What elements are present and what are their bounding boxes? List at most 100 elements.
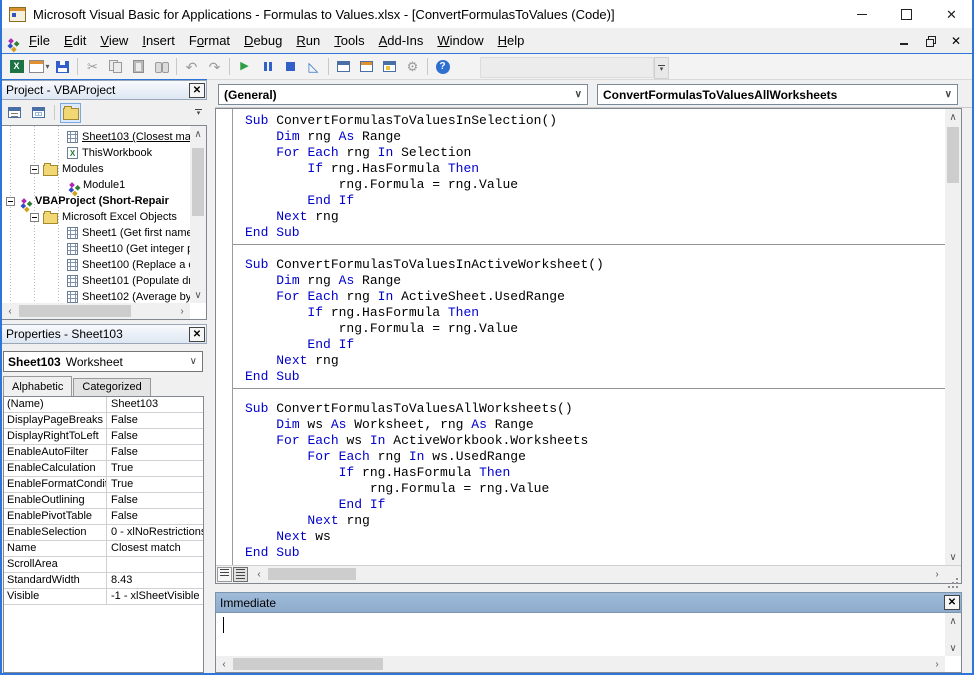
property-value[interactable]: Sheet103 bbox=[107, 397, 203, 412]
run-button[interactable]: ▶ bbox=[233, 56, 256, 78]
resize-grip[interactable] bbox=[945, 566, 961, 583]
design-mode-button[interactable]: ◺ bbox=[302, 56, 325, 78]
menu-item-file[interactable]: File bbox=[22, 30, 57, 51]
code-line[interactable]: Next ws bbox=[245, 529, 945, 545]
code-line[interactable]: End If bbox=[245, 497, 945, 513]
menu-item-edit[interactable]: Edit bbox=[57, 30, 93, 51]
property-row-enableselection[interactable]: EnableSelection0 - xlNoRestrictions bbox=[4, 525, 203, 541]
menu-item-add-ins[interactable]: Add-Ins bbox=[372, 30, 431, 51]
object-dropdown[interactable]: (General) ∨ bbox=[218, 84, 588, 105]
code-line[interactable]: Next rng bbox=[245, 209, 945, 225]
save-button[interactable] bbox=[51, 56, 74, 78]
property-row-enableoutlining[interactable]: EnableOutliningFalse bbox=[4, 493, 203, 509]
object-browser-button[interactable] bbox=[378, 56, 401, 78]
scroll-thumb[interactable] bbox=[233, 658, 383, 670]
title-bar[interactable]: Microsoft Visual Basic for Applications … bbox=[0, 0, 974, 28]
menu-item-debug[interactable]: Debug bbox=[237, 30, 289, 51]
maximize-button[interactable] bbox=[884, 0, 929, 28]
code-line[interactable]: Next rng bbox=[245, 353, 945, 369]
mdi-minimize-button[interactable] bbox=[896, 33, 912, 49]
property-row-enablecalculation[interactable]: EnableCalculationTrue bbox=[4, 461, 203, 477]
paste-button[interactable] bbox=[127, 56, 150, 78]
property-row-scrollarea[interactable]: ScrollArea bbox=[4, 557, 203, 573]
property-value[interactable]: False bbox=[107, 509, 203, 524]
tree-item-thisworkbook[interactable]: ThisWorkbook bbox=[2, 145, 190, 161]
help-button[interactable]: ? bbox=[431, 56, 454, 78]
property-value[interactable] bbox=[107, 557, 203, 572]
menu-item-insert[interactable]: Insert bbox=[135, 30, 182, 51]
code-window-icon[interactable] bbox=[8, 38, 14, 44]
mdi-close-button[interactable]: ✕ bbox=[948, 33, 964, 49]
code-horizontal-scrollbar[interactable]: ‹ › bbox=[251, 566, 945, 583]
scroll-right-icon[interactable]: › bbox=[929, 656, 945, 672]
menu-item-help[interactable]: Help bbox=[491, 30, 532, 51]
property-row-enablepivottable[interactable]: EnablePivotTableFalse bbox=[4, 509, 203, 525]
tree-item-microsoft-excel-objects[interactable]: Microsoft Excel Objects bbox=[2, 209, 190, 225]
property-value[interactable]: 0 - xlNoRestrictions bbox=[107, 525, 203, 540]
full-module-view-button[interactable] bbox=[233, 567, 248, 582]
tab-alphabetic[interactable]: Alphabetic bbox=[3, 376, 72, 396]
menu-item-view[interactable]: View bbox=[93, 30, 135, 51]
code-line[interactable]: If rng.HasFormula Then bbox=[245, 305, 945, 321]
code-line[interactable]: Dim ws As Worksheet, rng As Range bbox=[245, 417, 945, 433]
tree-item-sheet1-get-first-name[interactable]: Sheet1 (Get first name bbox=[2, 225, 190, 241]
code-line[interactable]: Sub ConvertFormulasToValuesInActiveWorks… bbox=[245, 257, 945, 273]
project-explorer-button[interactable] bbox=[332, 56, 355, 78]
code-line[interactable]: rng.Formula = rng.Value bbox=[245, 321, 945, 337]
scroll-left-icon[interactable]: ‹ bbox=[216, 656, 232, 672]
immediate-close-button[interactable]: ✕ bbox=[944, 595, 960, 610]
menu-item-format[interactable]: Format bbox=[182, 30, 237, 51]
menu-item-tools[interactable]: Tools bbox=[327, 30, 371, 51]
tab-categorized[interactable]: Categorized bbox=[73, 378, 150, 396]
scroll-left-icon[interactable]: ‹ bbox=[251, 566, 267, 582]
view-code-button[interactable] bbox=[4, 103, 25, 123]
menu-item-run[interactable]: Run bbox=[289, 30, 327, 51]
properties-close-button[interactable]: ✕ bbox=[189, 327, 205, 342]
immediate-header[interactable]: Immediate ✕ bbox=[215, 592, 962, 613]
collapse-toggle-icon[interactable] bbox=[6, 197, 15, 206]
immediate-horizontal-scrollbar[interactable]: ‹ › bbox=[216, 656, 945, 672]
code-line[interactable]: End If bbox=[245, 193, 945, 209]
scroll-left-icon[interactable]: ‹ bbox=[2, 303, 18, 319]
project-panel-header[interactable]: Project - VBAProject ✕ bbox=[1, 80, 207, 100]
code-line[interactable]: Sub ConvertFormulasToValuesAllWorksheets… bbox=[245, 401, 945, 417]
property-row-enableformatconditi[interactable]: EnableFormatConditiTrue bbox=[4, 477, 203, 493]
property-row-enableautofilter[interactable]: EnableAutoFilterFalse bbox=[4, 445, 203, 461]
scroll-up-icon[interactable]: ∧ bbox=[190, 126, 206, 142]
property-row-displaypagebreaks[interactable]: DisplayPageBreaksFalse bbox=[4, 413, 203, 429]
close-button[interactable]: ✕ bbox=[929, 0, 974, 28]
procedure-dropdown[interactable]: ConvertFormulasToValuesAllWorksheets ∨ bbox=[597, 84, 958, 105]
undo-button[interactable]: ↶ bbox=[180, 56, 203, 78]
view-microsoft-excel-button[interactable]: X bbox=[5, 56, 28, 78]
properties-window-button[interactable] bbox=[355, 56, 378, 78]
scroll-down-icon[interactable]: ∨ bbox=[945, 640, 961, 656]
scroll-up-icon[interactable]: ∧ bbox=[945, 109, 961, 125]
insert-userform-button[interactable]: ▾ bbox=[28, 56, 51, 78]
object-selector-combo[interactable]: Sheet103 Worksheet ∨ bbox=[3, 351, 203, 372]
code-editor[interactable]: Sub ConvertFormulasToValuesInSelection()… bbox=[233, 109, 945, 565]
cut-button[interactable]: ✂ bbox=[81, 56, 104, 78]
reset-button[interactable] bbox=[279, 56, 302, 78]
code-line[interactable]: If rng.HasFormula Then bbox=[245, 465, 945, 481]
scroll-thumb[interactable] bbox=[268, 568, 356, 580]
code-line[interactable]: Dim rng As Range bbox=[245, 273, 945, 289]
property-value[interactable]: False bbox=[107, 429, 203, 444]
property-value[interactable]: -1 - xlSheetVisible bbox=[107, 589, 203, 604]
property-value[interactable]: True bbox=[107, 461, 203, 476]
property-value[interactable]: False bbox=[107, 493, 203, 508]
property-row-name[interactable]: (Name)Sheet103 bbox=[4, 397, 203, 413]
break-button[interactable] bbox=[256, 56, 279, 78]
scroll-thumb[interactable] bbox=[192, 148, 204, 216]
scroll-right-icon[interactable]: › bbox=[174, 303, 190, 319]
immediate-input[interactable] bbox=[216, 613, 945, 656]
scroll-down-icon[interactable]: ∨ bbox=[190, 287, 206, 303]
toolbox-button[interactable]: ⚙ bbox=[401, 56, 424, 78]
code-line[interactable]: For Each rng In ws.UsedRange bbox=[245, 449, 945, 465]
tree-item-vbaproject-short-repair[interactable]: VBAProject (Short-Repair bbox=[2, 193, 190, 209]
property-row-standardwidth[interactable]: StandardWidth8.43 bbox=[4, 573, 203, 589]
code-line[interactable]: rng.Formula = rng.Value bbox=[245, 481, 945, 497]
properties-panel-header[interactable]: Properties - Sheet103 ✕ bbox=[1, 324, 207, 344]
code-line[interactable]: rng.Formula = rng.Value bbox=[245, 177, 945, 193]
property-row-name[interactable]: NameClosest match bbox=[4, 541, 203, 557]
code-line[interactable]: For Each rng In ActiveSheet.UsedRange bbox=[245, 289, 945, 305]
